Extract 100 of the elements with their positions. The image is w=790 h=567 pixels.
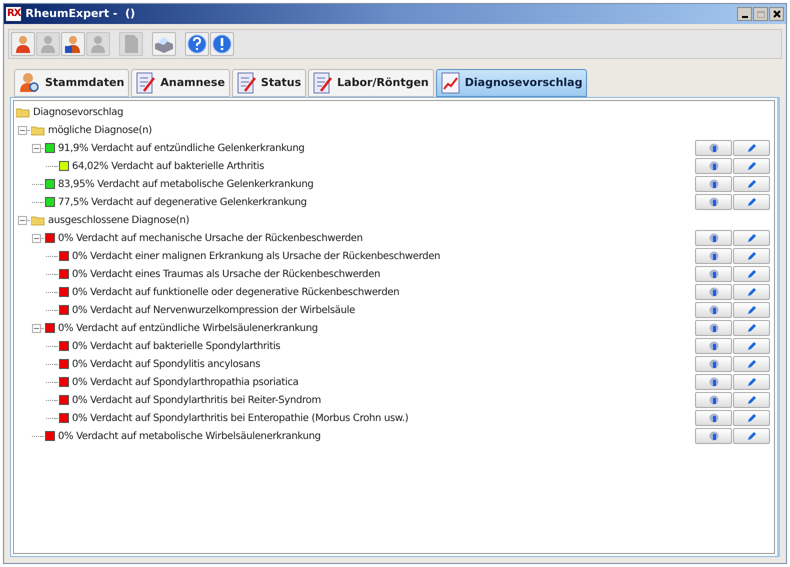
info-icon [708, 359, 718, 369]
tab[interactable]: Stammdaten [14, 69, 130, 97]
person-icon [88, 34, 108, 54]
edit-button[interactable] [733, 356, 770, 372]
tree-item[interactable]: 91,9% Verdacht auf entzündliche Gelenkerkrankung [58, 140, 304, 156]
collapse-toggle[interactable] [32, 144, 41, 152]
edit-button[interactable] [733, 140, 770, 156]
tree-item[interactable]: 0% Verdacht auf metabolische Wirbelsäulenerkrankung [58, 428, 321, 444]
tab[interactable]: Diagnosevorschlag [436, 69, 588, 97]
info-icon [708, 179, 718, 189]
person-icon [38, 34, 58, 54]
info-button[interactable] [695, 302, 732, 318]
edit-button[interactable] [733, 302, 770, 318]
tree-item[interactable]: ausgeschlossene Diagnose(n) [48, 212, 190, 228]
tree-item[interactable]: 0% Verdacht eines Traumas als Ursache der Rückenbeschwerden [72, 266, 380, 282]
person-search-icon [19, 72, 41, 94]
tree-item[interactable]: 0% Verdacht einer malignen Erkrankung als Ursache der Rückenbeschwerden [72, 248, 440, 264]
info-button[interactable] [695, 338, 732, 354]
collapse-toggle[interactable] [18, 126, 27, 134]
close-button[interactable] [769, 7, 784, 21]
folder-icon [31, 214, 45, 226]
info-icon [212, 34, 232, 54]
info-icon [708, 269, 718, 279]
edit-button[interactable] [733, 248, 770, 264]
info-icon [708, 233, 718, 243]
edit-button[interactable] [733, 176, 770, 192]
edit-button[interactable] [733, 338, 770, 354]
info-button[interactable] [695, 176, 732, 192]
info-icon [708, 143, 718, 153]
person-icon [13, 34, 33, 54]
tree-item[interactable]: 0% Verdacht auf mechanische Ursache der Rückenbeschwerden [58, 230, 363, 246]
tree-item[interactable]: Diagnosevorschlag [33, 104, 124, 120]
help-icon [187, 34, 207, 54]
document-icon [122, 34, 140, 54]
tab[interactable]: Labor/Röntgen [308, 69, 434, 97]
form-edit-icon [313, 72, 334, 94]
tree-item[interactable]: 0% Verdacht auf funktionelle oder degenerative Rückenbeschwerden [72, 284, 400, 300]
info-icon [708, 287, 718, 297]
info-icon [708, 161, 718, 171]
toolbar-button[interactable] [185, 32, 209, 56]
info-button[interactable] [695, 392, 732, 408]
form-edit-icon [236, 72, 257, 94]
info-icon [708, 197, 718, 207]
folder-icon [31, 124, 45, 136]
tree-item[interactable]: 0% Verdacht auf Spondylarthropathia psoriatica [72, 374, 299, 390]
tree-item[interactable]: mögliche Diagnose(n) [48, 122, 152, 138]
collapse-toggle[interactable] [32, 234, 41, 242]
edit-button[interactable] [733, 320, 770, 336]
info-button[interactable] [695, 410, 732, 426]
info-button[interactable] [695, 374, 732, 390]
edit-button[interactable] [733, 374, 770, 390]
close-icon [772, 10, 780, 18]
info-icon [708, 431, 718, 441]
info-button[interactable] [695, 266, 732, 282]
info-button[interactable] [695, 194, 732, 210]
edit-button[interactable] [733, 194, 770, 210]
tab[interactable]: Status [232, 69, 306, 97]
edit-button[interactable] [733, 410, 770, 426]
tree-item[interactable]: 0% Verdacht auf Spondylarthritis bei Reiter-Syndrom [72, 392, 321, 408]
chart-icon [440, 72, 461, 94]
window-title: RheumExpert - () [25, 6, 136, 22]
info-icon [708, 395, 718, 405]
info-icon [708, 413, 718, 423]
tree-item[interactable]: 0% Verdacht auf Spondylitis ancylosans [72, 356, 260, 372]
tree-item[interactable]: 0% Verdacht auf bakterielle Spondylarthritis [72, 338, 280, 354]
edit-button[interactable] [733, 266, 770, 282]
info-button[interactable] [695, 158, 732, 174]
collapse-toggle[interactable] [18, 216, 27, 224]
tree-item[interactable]: 83,95% Verdacht auf metabolische Gelenkerkrankung [58, 176, 314, 192]
tab[interactable]: Anamnese [131, 69, 230, 97]
tree-item[interactable]: 0% Verdacht auf Nervenwurzelkompression der Wirbelsäule [72, 302, 355, 318]
info-button[interactable] [695, 428, 732, 444]
info-button[interactable] [695, 356, 732, 372]
toolbar-button[interactable] [210, 32, 234, 56]
tree-item[interactable]: 0% Verdacht auf Spondylarthritis bei Enteropathie (Morbus Crohn usw.) [72, 410, 408, 426]
tree-item[interactable]: 64,02% Verdacht auf bakterielle Arthritis [72, 158, 264, 174]
person-save-icon [63, 34, 83, 54]
info-button[interactable] [695, 230, 732, 246]
toolbar-button[interactable] [11, 32, 35, 56]
info-icon [708, 305, 718, 315]
app-logo: RX [6, 7, 22, 21]
edit-button[interactable] [733, 158, 770, 174]
info-icon [708, 323, 718, 333]
info-button[interactable] [695, 320, 732, 336]
toolbar-button[interactable] [61, 32, 85, 56]
tree-item[interactable]: 0% Verdacht auf entzündliche Wirbelsäulenerkrankung [58, 320, 318, 336]
info-button[interactable] [695, 248, 732, 264]
minimize-button[interactable] [737, 7, 752, 21]
toolbar-button[interactable] [152, 32, 176, 56]
edit-button[interactable] [733, 284, 770, 300]
info-button[interactable] [695, 140, 732, 156]
edit-button[interactable] [733, 428, 770, 444]
collapse-toggle[interactable] [32, 324, 41, 332]
tree-item[interactable]: 77,5% Verdacht auf degenerative Gelenkerkrankung [58, 194, 307, 210]
edit-button[interactable] [733, 392, 770, 408]
info-icon [708, 377, 718, 387]
info-button[interactable] [695, 284, 732, 300]
edit-button[interactable] [733, 230, 770, 246]
info-icon [708, 341, 718, 351]
folder-icon [16, 106, 30, 118]
